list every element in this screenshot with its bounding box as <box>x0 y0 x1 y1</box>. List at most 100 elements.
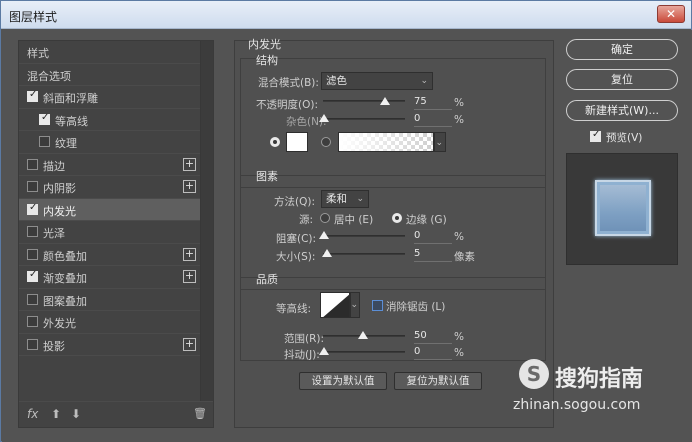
style-list-item[interactable]: 颜色叠加 + <box>19 244 201 266</box>
antialias-label[interactable]: 消除锯齿 (L) <box>386 299 445 314</box>
style-list-footer: fx ⬆ ⬇ 🗑 <box>19 401 213 427</box>
choke-slider-track[interactable] <box>323 235 405 237</box>
blend-mode-label: 混合模式(B): <box>258 77 319 89</box>
choke-input[interactable]: 0 <box>414 230 452 244</box>
range-input[interactable]: 50 <box>414 330 452 344</box>
technique-label: 方法(Q): <box>274 196 315 208</box>
inner-glow-title: 内发光 <box>248 38 281 51</box>
close-button[interactable]: ✕ <box>657 5 685 23</box>
contour-picker[interactable] <box>320 292 350 318</box>
style-enable-checkbox[interactable] <box>27 269 38 282</box>
style-list-scrollbar[interactable] <box>200 41 213 401</box>
jitter-unit: % <box>454 347 464 359</box>
preview-label[interactable]: 预览(V) <box>606 130 642 145</box>
noise-unit: % <box>454 114 464 126</box>
style-preview <box>566 153 678 265</box>
style-list-item[interactable]: 光泽 <box>19 221 201 244</box>
gradient-dropdown[interactable]: ⌄ <box>434 132 446 152</box>
reset-default-button[interactable]: 复位为默认值 <box>394 372 482 390</box>
style-list-item[interactable]: 图案叠加 <box>19 289 201 311</box>
color-radio[interactable] <box>270 137 280 147</box>
style-enable-checkbox[interactable] <box>27 202 38 215</box>
style-list-item[interactable]: 投影 + <box>19 334 201 356</box>
trash-icon[interactable]: 🗑 <box>193 407 207 420</box>
add-effect-icon[interactable]: + <box>183 270 196 283</box>
noise-slider-thumb[interactable] <box>319 114 329 122</box>
jitter-input[interactable]: 0 <box>414 346 452 360</box>
style-list-item[interactable]: 样式 <box>19 41 201 64</box>
add-effect-icon[interactable]: + <box>183 180 196 193</box>
antialias-checkbox[interactable] <box>372 300 383 311</box>
choke-slider-thumb[interactable] <box>319 231 329 239</box>
chevron-down-icon: ⌄ <box>356 194 364 204</box>
fx-icon[interactable]: fx <box>27 407 38 421</box>
preview-checkbox[interactable] <box>590 129 601 142</box>
glow-gradient-picker[interactable] <box>338 132 434 152</box>
move-up-icon[interactable]: ⬆ <box>51 407 61 421</box>
choke-label: 阻塞(C): <box>276 233 317 245</box>
new-style-button[interactable]: 新建样式(W)... <box>566 100 678 121</box>
source-center-label[interactable]: 居中 (E) <box>334 212 373 227</box>
style-list-item[interactable]: 内发光 <box>19 198 201 221</box>
size-label: 大小(S): <box>276 251 316 263</box>
jitter-slider-thumb[interactable] <box>319 347 329 355</box>
gradient-radio[interactable] <box>321 137 331 147</box>
technique-select[interactable]: 柔和 ⌄ <box>321 190 369 208</box>
style-list-item-label: 斜面和浮雕 <box>43 92 98 105</box>
style-enable-checkbox[interactable] <box>27 89 38 102</box>
quality-title: 品质 <box>256 273 278 286</box>
style-list-item-label: 纹理 <box>55 137 77 150</box>
opacity-slider-thumb[interactable] <box>380 97 390 105</box>
add-effect-icon[interactable]: + <box>183 247 196 261</box>
add-effect-icon[interactable]: + <box>183 157 196 171</box>
style-enable-checkbox[interactable] <box>27 316 38 327</box>
source-edge-label[interactable]: 边缘 (G) <box>406 212 447 227</box>
title-bar: 图层样式 ✕ <box>1 1 691 29</box>
style-list-item[interactable]: 等高线 <box>19 109 201 131</box>
source-center-radio[interactable] <box>320 213 330 223</box>
style-list-item[interactable]: 内阴影 + <box>19 176 201 199</box>
style-enable-checkbox[interactable] <box>27 226 38 237</box>
style-list-item-label: 光泽 <box>43 227 65 240</box>
style-enable-checkbox[interactable] <box>27 181 38 192</box>
jitter-slider-track[interactable] <box>323 351 405 353</box>
style-list-item[interactable]: 描边 + <box>19 154 201 176</box>
style-list-item-label: 渐变叠加 <box>43 272 87 285</box>
ok-button[interactable]: 确定 <box>566 39 678 60</box>
style-list-item[interactable]: 斜面和浮雕 <box>19 86 201 109</box>
contour-dropdown[interactable]: ⌄ <box>350 292 360 318</box>
style-enable-checkbox[interactable] <box>27 248 38 260</box>
opacity-unit: % <box>454 97 464 109</box>
sogou-logo-icon: S <box>519 359 549 389</box>
preview-tile <box>595 180 651 236</box>
style-list-item[interactable]: 渐变叠加 + <box>19 266 201 289</box>
opacity-input[interactable]: 75 <box>414 96 452 110</box>
size-slider-thumb[interactable] <box>322 249 332 257</box>
noise-input[interactable]: 0 <box>414 113 452 127</box>
source-edge-radio[interactable] <box>392 213 402 223</box>
chevron-down-icon: ⌄ <box>350 300 358 310</box>
style-enable-checkbox[interactable] <box>27 293 38 305</box>
blend-mode-select[interactable]: 滤色 ⌄ <box>321 72 433 90</box>
dialog-title: 图层样式 <box>9 10 58 24</box>
range-slider-thumb[interactable] <box>358 331 368 339</box>
style-list-item[interactable]: 纹理 <box>19 131 201 154</box>
style-list-item[interactable]: 混合选项 <box>19 64 201 86</box>
style-list-item-label: 混合选项 <box>27 69 71 83</box>
noise-slider-track[interactable] <box>323 118 405 120</box>
style-list-item[interactable]: 外发光 <box>19 311 201 334</box>
move-down-icon[interactable]: ⬇ <box>71 407 81 421</box>
opacity-slider-track[interactable] <box>323 100 405 102</box>
glow-color-swatch[interactable] <box>286 132 308 152</box>
style-enable-checkbox[interactable] <box>27 158 38 170</box>
add-effect-icon[interactable]: + <box>183 337 196 351</box>
style-list-item-label: 内阴影 <box>43 182 76 195</box>
style-enable-checkbox[interactable] <box>27 338 38 350</box>
size-input[interactable]: 5 <box>414 248 452 262</box>
reset-button[interactable]: 复位 <box>566 69 678 90</box>
style-enable-checkbox[interactable] <box>39 136 50 147</box>
size-slider-track[interactable] <box>323 253 405 255</box>
set-default-button[interactable]: 设置为默认值 <box>299 372 387 390</box>
range-label: 范围(R): <box>284 333 325 345</box>
style-enable-checkbox[interactable] <box>39 112 50 125</box>
